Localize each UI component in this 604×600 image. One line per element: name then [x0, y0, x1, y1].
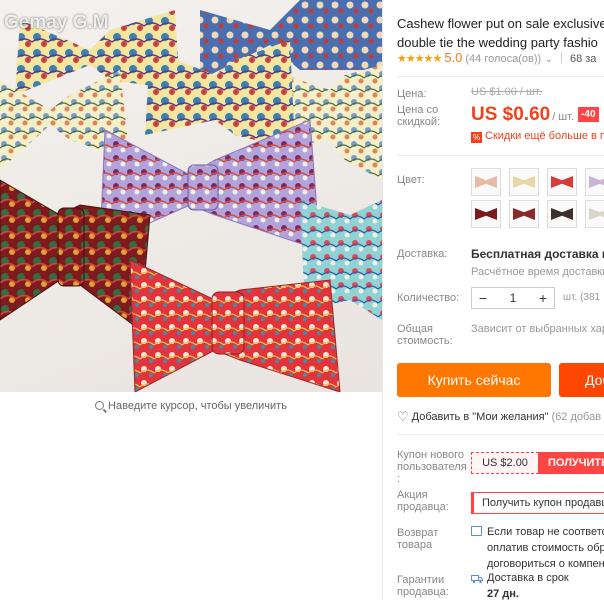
- seller-promo-label: Акция продавца:: [397, 489, 449, 513]
- color-swatch[interactable]: [585, 200, 604, 228]
- color-swatch[interactable]: [585, 168, 604, 196]
- quantity-stepper: − 1 +: [471, 287, 555, 309]
- guarantee-text: Доставка в срок: [487, 572, 569, 584]
- bow-tie-thumbnail: [513, 176, 535, 188]
- color-swatch[interactable]: [471, 168, 501, 196]
- divider-rating: [397, 76, 604, 77]
- color-swatch[interactable]: [509, 168, 539, 196]
- product-photo[interactable]: Gemay G.M: [0, 0, 382, 392]
- rating-row: ★★★★★ 5.0 (44 голоса(ов)) ⌄ 68 за: [397, 50, 596, 65]
- returns-line1: Если товар не соответст: [487, 526, 604, 538]
- price-unit: / шт.: [552, 111, 575, 123]
- color-swatch[interactable]: [547, 168, 577, 196]
- delivery-estimate: Расчётное время доставки:: [471, 266, 604, 278]
- bow-tie-thumbnail: [475, 208, 497, 220]
- product-title-line1: Cashew flower put on sale exclusive: [397, 16, 604, 31]
- color-swatch[interactable]: [547, 200, 577, 228]
- color-swatch[interactable]: [509, 200, 539, 228]
- product-info-panel: Cashew flower put on sale exclusive doub…: [383, 0, 604, 600]
- bow-tie-thumbnail: [589, 176, 604, 188]
- wishlist-text: Добавить в "Мои желания": [411, 411, 549, 423]
- rating-stars-icon: ★★★★★: [397, 53, 442, 65]
- product-title: Cashew flower put on sale exclusive doub…: [397, 14, 604, 52]
- rating-separator: [560, 52, 562, 63]
- stock-note: шт. (381: [563, 292, 601, 303]
- get-coupon-button[interactable]: ПОЛУЧИТЬ: [538, 452, 604, 474]
- quantity-input[interactable]: 1: [494, 291, 532, 305]
- watermark-text: Gemay G.M: [4, 12, 109, 33]
- return-policy-icon: [471, 526, 482, 536]
- zoom-hint: Наведите курсор, чтобы увеличить: [0, 400, 382, 412]
- coupon-amount: US $2.00: [471, 452, 539, 474]
- current-price-value: US $0.60: [471, 104, 551, 125]
- guarantee-label: Гарантии продавца:: [397, 574, 449, 598]
- orders-count: 68 за: [569, 53, 597, 65]
- bulk-discount-icon: %: [471, 132, 482, 143]
- bulk-discount-link[interactable]: % Скидки ещё больше в пр: [471, 130, 604, 143]
- total-label: Общая стоимость:: [397, 323, 453, 347]
- old-price: US $1.00 / шт.: [471, 86, 542, 98]
- zoom-hint-text: Наведите курсор, чтобы увеличить: [108, 400, 287, 412]
- wishlist-link[interactable]: ♡ Добавить в "Мои желания" (62 добав: [397, 409, 601, 425]
- shipping-label: Доставка:: [397, 248, 448, 260]
- discount-badge: -40: [578, 107, 599, 122]
- returns-line2: оплатив стоимость обра: [487, 542, 604, 554]
- divider-price: [397, 155, 604, 156]
- heart-icon: ♡: [397, 409, 409, 424]
- divider-actions: [397, 434, 604, 435]
- buy-now-button[interactable]: Купить сейчас: [397, 363, 551, 397]
- returns-text: Если товар не соответст оплатив стоимост…: [487, 524, 604, 572]
- shipping-value[interactable]: Бесплатная доставка в Ru: [471, 247, 604, 261]
- bow-tie-thumbnail: [551, 208, 573, 220]
- returns-label: Возврат товара: [397, 527, 439, 551]
- wishlist-count: (62 добав: [551, 411, 602, 423]
- price-label: Цена:: [397, 88, 427, 100]
- color-swatch[interactable]: [471, 200, 501, 228]
- seller-coupon-button[interactable]: Получить купон продавц: [471, 492, 604, 514]
- reviews-link[interactable]: (44 голоса(ов)): [465, 53, 541, 65]
- magnifier-icon: [95, 401, 105, 410]
- bow-tie-thumbnail: [475, 176, 497, 188]
- chevron-down-icon[interactable]: ⌄: [545, 54, 553, 65]
- sale-price-label: Цена со скидкой:: [397, 104, 441, 128]
- guarantee-days: 27 дн.: [487, 588, 519, 600]
- total-value: Зависит от выбранных хара: [471, 323, 604, 335]
- color-label: Цвет:: [397, 174, 425, 186]
- product-gallery: Gemay G.M Наведите курсор, чтобы увеличи…: [0, 0, 382, 600]
- new-user-coupon-label: Купон нового пользователя :: [397, 449, 467, 485]
- current-price: US $0.60/ шт. -40: [471, 104, 599, 126]
- add-to-cart-button[interactable]: Доб: [559, 363, 604, 397]
- bow-ties-image: [0, 0, 382, 392]
- quantity-label: Количество:: [397, 292, 460, 304]
- returns-line3: договориться о компен: [487, 558, 604, 570]
- quantity-decrement-button[interactable]: −: [472, 288, 494, 308]
- bulk-discount-text: Скидки ещё больше в пр: [485, 130, 604, 142]
- bow-tie-thumbnail: [589, 208, 604, 220]
- bow-tie-thumbnail: [513, 208, 535, 220]
- quantity-increment-button[interactable]: +: [532, 288, 554, 308]
- truck-icon: [471, 575, 483, 584]
- bow-tie-thumbnail: [551, 176, 573, 188]
- rating-score: 5.0: [444, 50, 463, 65]
